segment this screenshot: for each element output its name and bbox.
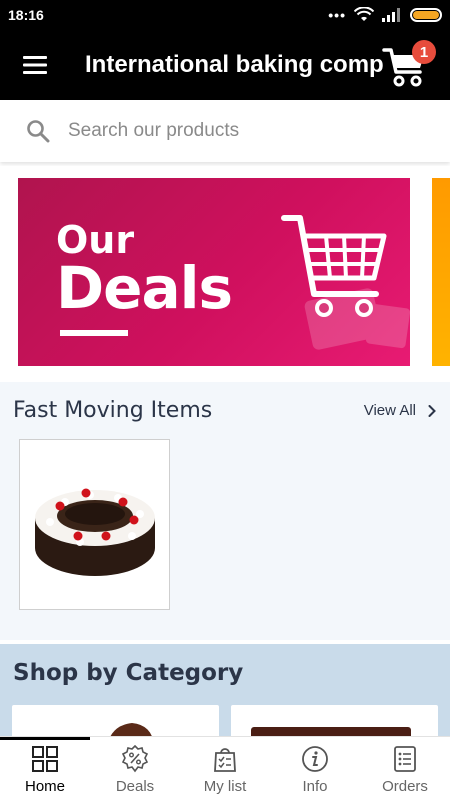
- nav-info[interactable]: Info: [270, 737, 360, 800]
- hamburger-menu-icon: [23, 56, 47, 74]
- cart-count-badge: 1: [412, 40, 436, 64]
- nav-home-label: Home: [24, 778, 65, 795]
- search-bar[interactable]: [0, 100, 450, 162]
- banner-underline: [60, 330, 128, 336]
- shop-by-category-title: Shop by Category: [13, 660, 244, 686]
- view-all-label: View All: [363, 402, 416, 419]
- banner-text-deals: Deals: [56, 254, 233, 322]
- menu-button[interactable]: [0, 30, 70, 100]
- grid-icon: [32, 746, 58, 772]
- active-tab-indicator: [0, 737, 90, 740]
- nav-info-label: Info: [302, 778, 328, 795]
- bottom-navigation: Home Deals My list Info Orders: [0, 736, 450, 800]
- search-input[interactable]: [68, 120, 408, 142]
- app-title: International baking comp: [85, 51, 384, 78]
- banner-decoration: [304, 288, 410, 350]
- app-bar: International baking comp 1: [0, 30, 450, 100]
- black-forest-cake-image: [35, 488, 155, 576]
- view-all-link[interactable]: View All: [364, 402, 436, 419]
- status-icons: •••: [328, 7, 442, 23]
- nav-deals-label: Deals: [115, 778, 155, 795]
- info-icon: [302, 746, 328, 772]
- nav-home[interactable]: Home: [0, 737, 90, 800]
- deals-banner-carousel[interactable]: Our Deals: [0, 166, 450, 378]
- signal-icon: [382, 8, 400, 22]
- orders-icon: [394, 746, 416, 772]
- status-bar: 18:16 •••: [0, 0, 450, 30]
- product-card[interactable]: [19, 439, 170, 610]
- more-dots-icon: •••: [328, 7, 346, 23]
- battery-icon: [410, 8, 442, 22]
- wifi-icon: [354, 7, 374, 21]
- discount-badge-icon: [121, 745, 149, 773]
- nav-my-list[interactable]: My list: [180, 737, 270, 800]
- nav-orders[interactable]: Orders: [360, 737, 450, 800]
- next-banner-peek[interactable]: [432, 178, 450, 366]
- nav-orders-label: Orders: [382, 778, 428, 795]
- shopping-list-icon: [214, 748, 236, 772]
- nav-my-list-label: My list: [203, 778, 247, 795]
- chevron-right-icon: [428, 404, 436, 417]
- status-time: 18:16: [8, 7, 44, 23]
- search-icon: [27, 120, 50, 143]
- deals-banner[interactable]: Our Deals: [18, 178, 410, 366]
- nav-deals[interactable]: Deals: [90, 737, 180, 800]
- cart-button[interactable]: 1: [382, 40, 438, 90]
- fast-moving-title: Fast Moving Items: [13, 398, 213, 423]
- shop-by-category-section: Shop by Category: [0, 644, 450, 745]
- fast-moving-section: Fast Moving Items View All: [0, 382, 450, 640]
